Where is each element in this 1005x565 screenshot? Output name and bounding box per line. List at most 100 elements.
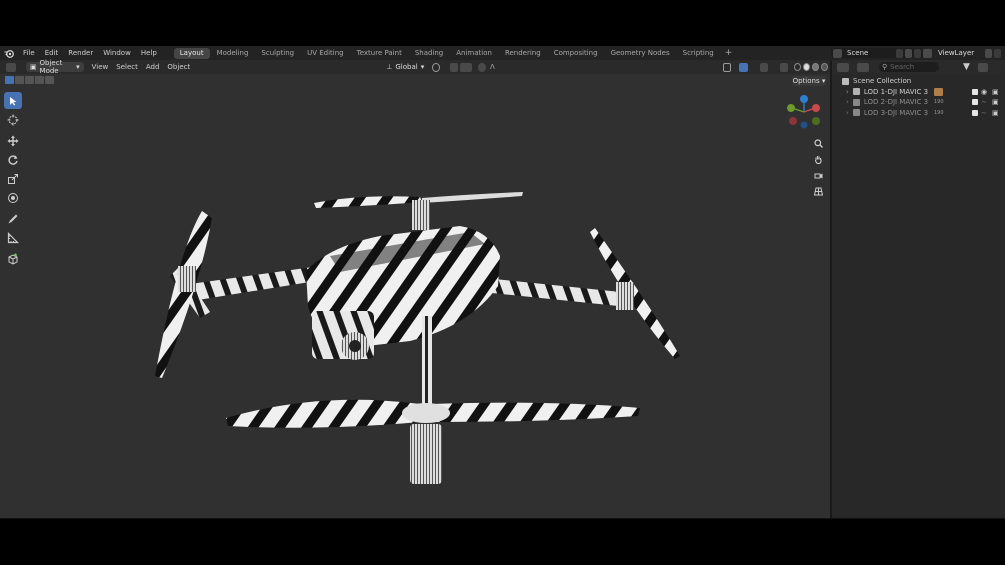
expand-chevron-icon[interactable]: › <box>846 98 849 106</box>
scale-tool[interactable] <box>4 170 22 187</box>
exclude-checkbox[interactable] <box>972 88 978 95</box>
tab-texture-paint[interactable]: Texture Paint <box>351 48 408 59</box>
delete-scene-icon[interactable] <box>914 48 921 58</box>
add-workspace-button[interactable]: + <box>721 48 737 58</box>
select-intersect-icon[interactable] <box>45 76 54 84</box>
render-camera-icon[interactable]: ▣ <box>992 109 999 117</box>
outliner-editor-icon[interactable] <box>837 62 849 72</box>
visibility-icon[interactable] <box>722 62 732 72</box>
mode-dropdown[interactable]: ▣ Object Mode ▾ <box>25 59 84 75</box>
proportional-edit-icon[interactable] <box>477 62 487 72</box>
select-subtract-icon[interactable] <box>25 76 34 84</box>
eye-hidden-icon[interactable]: ∼ <box>981 109 987 117</box>
new-view-layer-icon[interactable] <box>985 48 992 58</box>
cursor-tool[interactable] <box>4 111 22 128</box>
collection-row[interactable]: Scene Collection <box>832 76 1005 87</box>
tab-rendering[interactable]: Rendering <box>499 48 547 59</box>
pivot-icon[interactable] <box>432 62 440 72</box>
snap-target-icon[interactable] <box>460 62 472 72</box>
select-box-tool[interactable] <box>4 92 22 109</box>
select-extend-icon[interactable] <box>15 76 24 84</box>
tab-scripting[interactable]: Scripting <box>677 48 720 59</box>
search-field[interactable]: ⚲ Search <box>879 62 939 72</box>
tab-modeling[interactable]: Modeling <box>211 48 255 59</box>
menu-window[interactable]: Window <box>98 46 136 60</box>
expand-chevron-icon[interactable]: › <box>846 88 849 96</box>
chevron-down-icon: ▾ <box>420 63 425 71</box>
zoom-button[interactable] <box>811 136 825 150</box>
camera-gimbal <box>312 311 374 360</box>
object-icon <box>852 98 860 106</box>
tab-layout[interactable]: Layout <box>173 47 210 59</box>
tab-shading[interactable]: Shading <box>409 48 449 59</box>
gizmo-toggle-icon[interactable] <box>739 62 748 72</box>
material-shading-icon[interactable] <box>812 63 820 71</box>
new-collection-icon[interactable] <box>977 62 988 72</box>
expand-chevron-icon[interactable]: › <box>846 109 849 117</box>
outliner-item[interactable]: › LOD 1-DJI MAVIC 3 ◉ ▣ <box>832 87 1005 98</box>
view-layer-selector[interactable]: ViewLayer <box>923 48 1003 58</box>
tab-sculpting[interactable]: Sculpting <box>255 48 300 59</box>
move-tool[interactable] <box>4 132 22 149</box>
menu-view[interactable]: View <box>88 63 113 71</box>
annotate-tool[interactable] <box>4 210 22 227</box>
3d-viewport[interactable] <box>30 86 830 519</box>
modifier-badge-icon[interactable] <box>934 87 943 96</box>
transform-tool[interactable] <box>4 189 22 206</box>
rotate-tool[interactable] <box>4 151 22 168</box>
options-button[interactable]: Options ▾ <box>792 76 826 86</box>
delete-view-layer-icon[interactable] <box>994 48 1001 58</box>
camera-view-button[interactable] <box>811 168 825 182</box>
tab-animation[interactable]: Animation <box>450 48 498 59</box>
exclude-checkbox[interactable] <box>972 109 978 116</box>
arm-left <box>190 266 322 300</box>
object-icon <box>852 109 860 117</box>
blender-logo-icon[interactable] <box>0 46 18 60</box>
select-invert-icon[interactable] <box>35 76 44 84</box>
pin-icon[interactable] <box>896 48 903 58</box>
search-icon: ⚲ <box>882 63 888 71</box>
tab-uv-editing[interactable]: UV Editing <box>301 48 350 59</box>
menu-select[interactable]: Select <box>112 63 142 71</box>
solid-shading-icon[interactable] <box>803 63 811 71</box>
snap-icon[interactable] <box>449 62 459 72</box>
menu-render[interactable]: Render <box>63 46 98 60</box>
orientation-dropdown[interactable]: ⊥ Global ▾ <box>382 62 428 72</box>
wireframe-shading-icon[interactable] <box>794 63 802 71</box>
overlay-toggle-icon[interactable] <box>759 62 768 72</box>
navigation-gizmo[interactable] <box>785 94 825 130</box>
measure-tool[interactable] <box>4 229 22 246</box>
viewport-header: ▣ Object Mode ▾ View Select Add Object ⊥… <box>0 59 830 75</box>
render-camera-icon[interactable]: ▣ <box>992 98 999 106</box>
menu-help[interactable]: Help <box>136 46 162 60</box>
projection-toggle-button[interactable] <box>811 184 825 198</box>
menu-object[interactable]: Object <box>163 63 194 71</box>
xray-icon[interactable] <box>779 62 789 72</box>
drone-model[interactable] <box>155 192 680 484</box>
tab-compositing[interactable]: Compositing <box>548 48 604 59</box>
exclude-checkbox[interactable] <box>972 99 978 106</box>
menu-add[interactable]: Add <box>142 63 164 71</box>
filter-icon[interactable]: ▼ <box>963 62 970 72</box>
outliner-item[interactable]: › LOD 2-DJI MAVIC 3 190 ∼ ▣ <box>832 97 1005 108</box>
tab-geometry-nodes[interactable]: Geometry Nodes <box>605 48 676 59</box>
falloff-icon[interactable]: Λ <box>490 63 495 71</box>
outliner-item[interactable]: › LOD 3-DJI MAVIC 3 190 ∼ ▣ <box>832 108 1005 119</box>
display-mode-icon[interactable] <box>857 62 869 72</box>
menu-edit[interactable]: Edit <box>40 46 64 60</box>
editor-type-icon[interactable] <box>6 62 16 72</box>
rendered-shading-icon[interactable] <box>821 63 828 71</box>
tool-shelf <box>4 92 24 269</box>
scene-icon <box>833 48 842 58</box>
scene-selector[interactable]: Scene <box>831 48 923 58</box>
add-cube-tool[interactable] <box>4 250 22 267</box>
x-axis-icon <box>812 104 820 112</box>
render-camera-icon[interactable]: ▣ <box>992 88 999 96</box>
eye-icon[interactable]: ◉ <box>981 88 987 96</box>
select-new-icon[interactable] <box>5 76 14 84</box>
menu-file[interactable]: File <box>18 46 40 60</box>
eye-hidden-icon[interactable]: ∼ <box>981 98 987 106</box>
pan-button[interactable] <box>811 152 825 166</box>
status-bar-separator <box>0 518 1005 519</box>
new-scene-icon[interactable] <box>905 48 912 58</box>
